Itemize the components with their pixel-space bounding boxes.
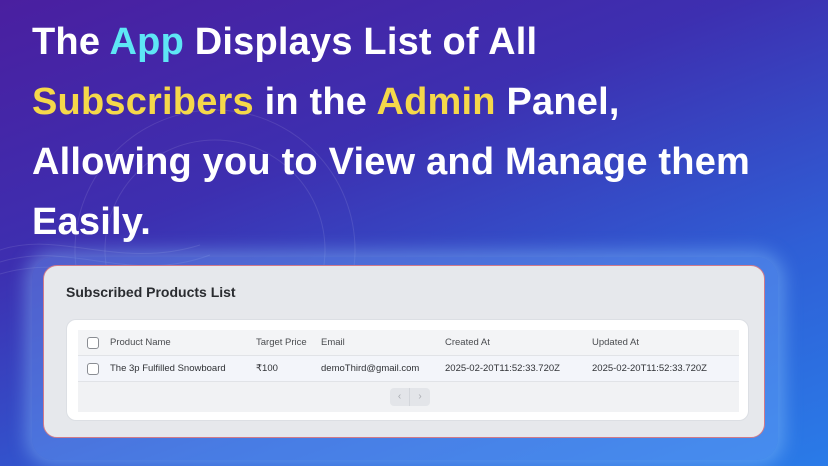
headline-line-2: Subscribers in the Admin Panel, [32,72,812,132]
headline-line-4: Easily. [32,201,151,243]
column-header-email: Email [321,337,345,348]
cell-updated-at: 2025-02-20T11:52:33.720Z [592,363,707,374]
cell-created-at: 2025-02-20T11:52:33.720Z [445,363,560,374]
column-header-updated-at: Updated At [592,337,640,348]
subscribed-products-table: Product Name Target Price Email Created … [78,330,739,412]
column-header-product-name: Product Name [110,337,171,348]
headline-highlight-subscribers: Subscribers [32,81,254,123]
select-all-checkbox[interactable] [87,337,99,349]
panel-title: Subscribed Products List [66,284,236,300]
headline-text: Displays List of All [183,21,538,63]
cell-target-price: ₹100 [256,363,278,374]
pagination: ‹ › [390,388,430,406]
headline-text: The [32,21,110,63]
headline-highlight-admin: Admin [376,81,496,123]
cell-product-name: The 3p Fulfilled Snowboard [110,363,226,374]
headline: The App Displays List of All Subscribers… [32,12,812,252]
row-checkbox[interactable] [87,363,99,375]
headline-text: in the [253,81,377,123]
headline-highlight-app: App [109,21,184,63]
headline-line-1: The App Displays List of All [32,12,812,72]
headline-line-3: Allowing you to View and Manage them [32,141,751,183]
next-page-button[interactable]: › [410,388,430,406]
column-header-created-at: Created At [445,337,490,348]
table-row[interactable]: The 3p Fulfilled Snowboard ₹100 demoThir… [78,356,739,382]
table-header-row: Product Name Target Price Email Created … [78,330,739,356]
pagination-row: ‹ › [78,382,739,412]
table-card: Product Name Target Price Email Created … [66,319,749,421]
admin-panel: Subscribed Products List Product Name Ta… [43,265,765,438]
column-header-target-price: Target Price [256,337,307,348]
previous-page-button[interactable]: ‹ [390,388,410,406]
cell-email: demoThird@gmail.com [321,363,420,374]
headline-text: Panel, [495,81,620,123]
